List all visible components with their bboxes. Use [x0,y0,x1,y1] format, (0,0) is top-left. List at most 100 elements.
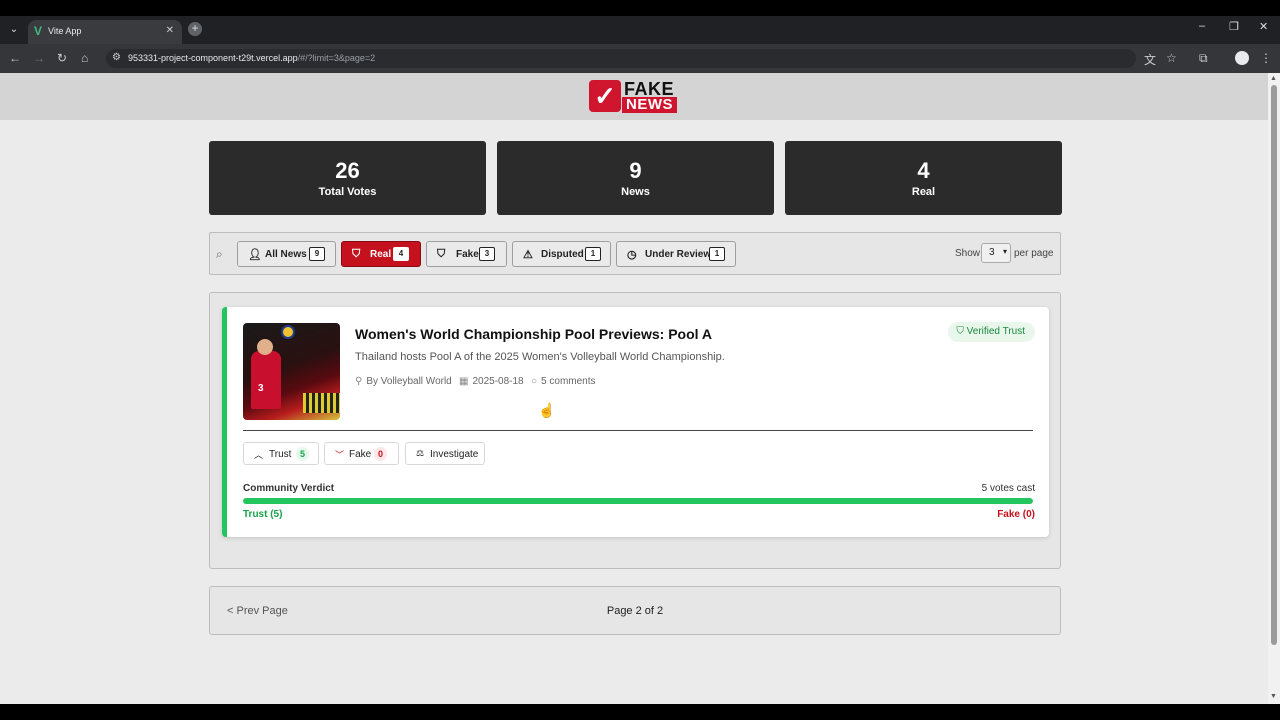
fake-summary: Fake (0) [997,509,1035,520]
user-icon: 👤︎ [248,249,262,261]
logo-news-text: NEWS [622,97,677,113]
shield-x-icon: ⛉ [437,248,446,260]
trust-summary: Trust (5) [243,509,283,520]
bookmark-star-icon[interactable]: ☆ [1166,51,1177,65]
badge-text: Verified Trust [966,326,1025,337]
news-description: Thailand hosts Pool A of the 2025 Women'… [355,351,725,363]
menu-dots-icon[interactable]: ⋮ [1260,51,1272,65]
volleyball-graphic [281,325,295,339]
pagination: < Prev Page Page 2 of 2 [209,586,1061,635]
tab-close-icon[interactable]: ✕ [166,25,174,36]
user-icon: ⚲ [355,376,363,387]
trust-label: Trust [269,449,292,460]
filter-label: All News [265,249,307,260]
scroll-down-icon[interactable]: ▼ [1270,693,1277,700]
news-comments[interactable]: ○ 5 comments [531,376,596,387]
filter-all-news[interactable]: 👤︎ All News 9 [237,241,336,267]
filter-fake[interactable]: ⛉ Fake 3 [426,241,507,267]
investigate-label: Investigate [430,449,479,460]
warning-icon: ⚠ [523,249,533,261]
scrollbar-thumb[interactable] [1271,85,1277,645]
comments-text: 5 comments [541,376,596,387]
filter-under-review[interactable]: ◷ Under Review 1 [616,241,736,267]
profile-avatar[interactable] [1235,51,1249,65]
jersey-number-graphic: 3 [258,383,264,394]
clock-icon: ◷ [627,249,637,261]
site-info-icon[interactable]: ⚙ [112,52,121,63]
extensions-icon[interactable]: ⧉ [1199,51,1208,66]
stat-label: Total Votes [318,186,377,198]
stat-real: 4 Real [785,141,1062,215]
stat-value: 9 [629,158,642,183]
tab-title: Vite App [48,26,82,36]
fake-label: Fake [349,449,372,460]
vite-favicon-icon: V [34,24,43,38]
filter-count: 4 [393,247,409,261]
news-title[interactable]: Women's World Championship Pool Previews… [355,326,712,342]
comment-icon: ○ [531,376,538,387]
news-card[interactable]: 3 Women's World Championship Pool Previe… [222,307,1049,537]
news-thumbnail[interactable]: 3 [243,323,340,420]
filter-label: Real [370,249,392,260]
filter-disputed[interactable]: ⚠ Disputed 1 [512,241,611,267]
window-close-icon[interactable]: ✕ [1259,20,1268,33]
shield-check-icon: ⛉ [956,326,964,337]
filter-count: 3 [479,247,495,261]
filter-count: 1 [709,247,725,261]
votes-cast-text: 5 votes cast [981,483,1035,494]
fake-news-logo[interactable]: ✓ FAKE NEWS [589,79,683,114]
fake-count: 0 [374,447,388,461]
per-page-suffix-label: per page [1014,248,1054,259]
per-page-show-label: Show [955,248,981,259]
news-list: 3 Women's World Championship Pool Previe… [209,292,1061,569]
verdict-bar [243,498,1033,504]
stat-label: Real [911,186,936,198]
news-author: ⚲ By Volleyball World [355,376,452,387]
hand-cursor-icon: ☝ [538,402,556,418]
filter-label: Under Review [645,249,712,260]
stat-label: News [621,186,650,198]
reload-icon[interactable]: ↻ [57,51,67,65]
checkmark-icon: ✓ [589,80,621,112]
per-page-value: 3 [989,247,995,258]
per-page-select[interactable]: 3 ▾ [981,243,1011,263]
tab-search-icon[interactable]: ⌄ [6,22,22,38]
screen-bottom-border [0,704,1280,720]
address-bar[interactable]: ⚙ 953331-project-component-t29t.vercel.a… [106,49,1136,68]
search-icon[interactable]: ⌕ [216,247,223,262]
screen-top-border [0,0,1280,16]
page-scrollbar[interactable]: ▲ ▼ [1268,73,1280,704]
card-divider [243,430,1033,431]
player-head-graphic [257,339,273,355]
filter-real[interactable]: ⛉ Real 4 [341,241,421,267]
new-tab-icon[interactable]: + [188,22,202,36]
browser-tab[interactable]: V Vite App ✕ [28,20,182,44]
filter-count: 9 [309,247,325,261]
stat-total-votes: 26 Total Votes [209,141,486,215]
scale-icon: ⚖ [416,448,425,458]
filter-count: 1 [585,247,601,261]
net-graphic [303,393,340,413]
player-graphic [251,351,281,409]
trust-count: 5 [296,447,310,461]
fake-vote-button[interactable]: ﹀ Fake 0 [324,442,399,465]
scroll-up-icon[interactable]: ▲ [1270,75,1277,82]
filter-bar: ⌕ 👤︎ All News 9 ⛉ Real 4 ⛉ Fake 3 ⚠ Disp… [209,232,1061,275]
restore-icon[interactable]: ❐ [1229,20,1239,33]
chevron-up-icon: ︿ [254,450,264,460]
verdict-bar-fill [243,498,1033,504]
translate-icon[interactable]: 文 [1144,51,1156,68]
back-icon[interactable]: ← [9,51,21,65]
filter-label: Fake [456,249,479,260]
author-text: By Volleyball World [366,376,452,387]
chevron-down-icon: ▾ [1002,247,1007,256]
forward-icon[interactable]: → [33,51,45,65]
browser-toolbar: ← → ↻ ⌂ ⚙ 953331-project-component-t29t.… [0,44,1280,73]
minimize-icon[interactable]: – [1199,20,1205,32]
home-icon[interactable]: ⌂ [81,51,88,65]
chevron-down-icon: ﹀ [335,450,345,460]
trust-vote-button[interactable]: ︿ Trust 5 [243,442,319,465]
page-viewport: ✓ FAKE NEWS 26 Total Votes 9 News 4 Real… [0,73,1268,704]
investigate-button[interactable]: ⚖ Investigate [405,442,485,465]
filter-label: Disputed [541,249,584,260]
